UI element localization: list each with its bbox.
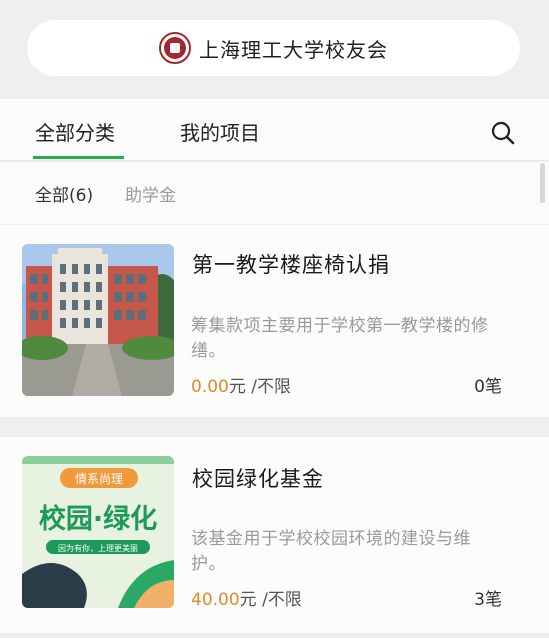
search-icon[interactable] bbox=[490, 120, 516, 146]
price-line: 40.00元 /不限 bbox=[191, 585, 302, 610]
scrollbar-thumb[interactable] bbox=[540, 163, 545, 203]
header-title: 上海理工大学校友会 bbox=[199, 37, 388, 62]
price-line: 0.00元 /不限 bbox=[191, 372, 291, 397]
filter-row: 全部(6) 助学金 bbox=[0, 162, 549, 224]
poster-slogan: 因为有你，上理更美丽 bbox=[58, 543, 138, 553]
filter-scholarship[interactable]: 助学金 bbox=[125, 181, 176, 206]
building-photo bbox=[22, 244, 174, 396]
project-title[interactable]: 校园绿化基金 bbox=[192, 463, 324, 493]
project-description: 筹集款项主要用于学校第一教学楼的修缮。 bbox=[191, 316, 489, 361]
university-seal-icon bbox=[159, 32, 191, 64]
project-description: 该基金用于学校校园环境的建设与维护。 bbox=[191, 529, 471, 574]
tab-bar: 全部分类 我的项目 bbox=[0, 99, 549, 161]
project-card[interactable]: 情系尚理 校园·绿化 因为有你，上理更美丽 校园绿化基金 该基金用于学校校园环境… bbox=[0, 437, 549, 633]
tab-all-categories[interactable]: 全部分类 bbox=[35, 117, 115, 146]
bottom-divider bbox=[0, 633, 549, 638]
poster-tag: 情系尚理 bbox=[75, 472, 123, 486]
donation-amount: 40.00 bbox=[191, 590, 240, 610]
donation-amount: 0.00 bbox=[191, 377, 229, 397]
app-header: 上海理工大学校友会 bbox=[27, 20, 520, 76]
donation-count: 0笔 bbox=[474, 377, 502, 397]
donation-count: 3笔 bbox=[474, 590, 502, 610]
filter-all[interactable]: 全部(6) bbox=[35, 181, 93, 206]
project-title[interactable]: 第一教学楼座椅认捐 bbox=[192, 249, 390, 279]
active-tab-indicator bbox=[33, 156, 124, 159]
greening-poster: 情系尚理 校园·绿化 因为有你，上理更美丽 bbox=[22, 456, 174, 608]
price-suffix: 元 /不限 bbox=[228, 377, 291, 397]
tab-my-projects[interactable]: 我的项目 bbox=[180, 117, 260, 146]
poster-headline: 校园·绿化 bbox=[39, 503, 157, 535]
price-suffix: 元 /不限 bbox=[239, 590, 302, 610]
project-card[interactable]: 第一教学楼座椅认捐 筹集款项主要用于学校第一教学楼的修缮。 0.00元 /不限 … bbox=[0, 225, 549, 417]
